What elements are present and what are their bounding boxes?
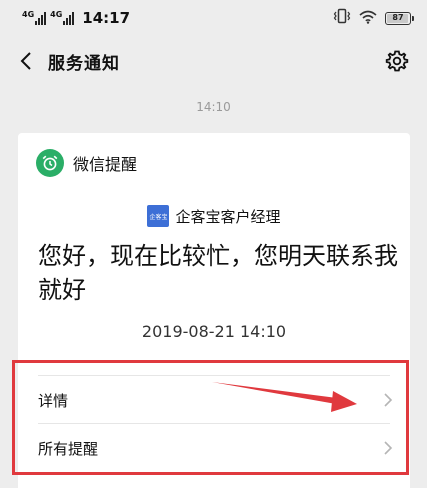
- chevron-left-icon: [20, 52, 31, 70]
- chevron-right-icon: [382, 392, 394, 408]
- page-title: 服务通知: [48, 53, 120, 74]
- card-header: 微信提醒: [36, 149, 137, 177]
- gear-icon: [385, 50, 409, 72]
- app-name: 微信提醒: [73, 155, 138, 174]
- all-reminders-row[interactable]: 所有提醒: [38, 425, 394, 471]
- signal-2-label: 4G: [50, 10, 63, 19]
- sender-name: 企客宝客户经理: [175, 207, 281, 226]
- details-row[interactable]: 详情: [38, 377, 394, 423]
- nav-bar: 服务通知: [0, 36, 427, 86]
- message-body: 您好，现在比较忙，您明天联系我就好: [38, 242, 398, 304]
- cellular-signal-2-icon: 4G: [50, 10, 75, 25]
- cellular-signal-1-icon: 4G: [22, 10, 47, 25]
- sender-row: 企客宝 企客宝客户经理: [18, 205, 410, 227]
- conversation-timestamp: 14:10: [196, 100, 231, 114]
- wifi-icon: [359, 9, 377, 28]
- battery-level: 87: [392, 13, 404, 22]
- back-button[interactable]: [14, 46, 38, 76]
- alarm-clock-icon: [36, 149, 64, 177]
- screen: 4G 4G 14:17 87 服务通知 14:10 微信提醒 企客宝 企客宝客户…: [0, 0, 427, 488]
- chevron-right-icon: [382, 440, 394, 456]
- status-right: 87: [333, 8, 414, 28]
- all-reminders-label: 所有提醒: [38, 439, 99, 458]
- divider: [38, 375, 390, 376]
- divider: [38, 423, 390, 424]
- notification-card: 微信提醒 企客宝 企客宝客户经理 您好，现在比较忙，您明天联系我就好 2019-…: [18, 133, 410, 488]
- settings-button[interactable]: [383, 47, 411, 75]
- signal-1-label: 4G: [22, 10, 35, 19]
- status-time: 14:17: [82, 9, 131, 27]
- message-time: 2019-08-21 14:10: [141, 322, 287, 341]
- vibrate-icon: [333, 8, 351, 28]
- sender-logo: 企客宝: [147, 205, 170, 227]
- details-label: 详情: [38, 391, 69, 410]
- status-bar: 4G 4G 14:17 87: [0, 0, 427, 36]
- battery-icon: 87: [385, 11, 414, 25]
